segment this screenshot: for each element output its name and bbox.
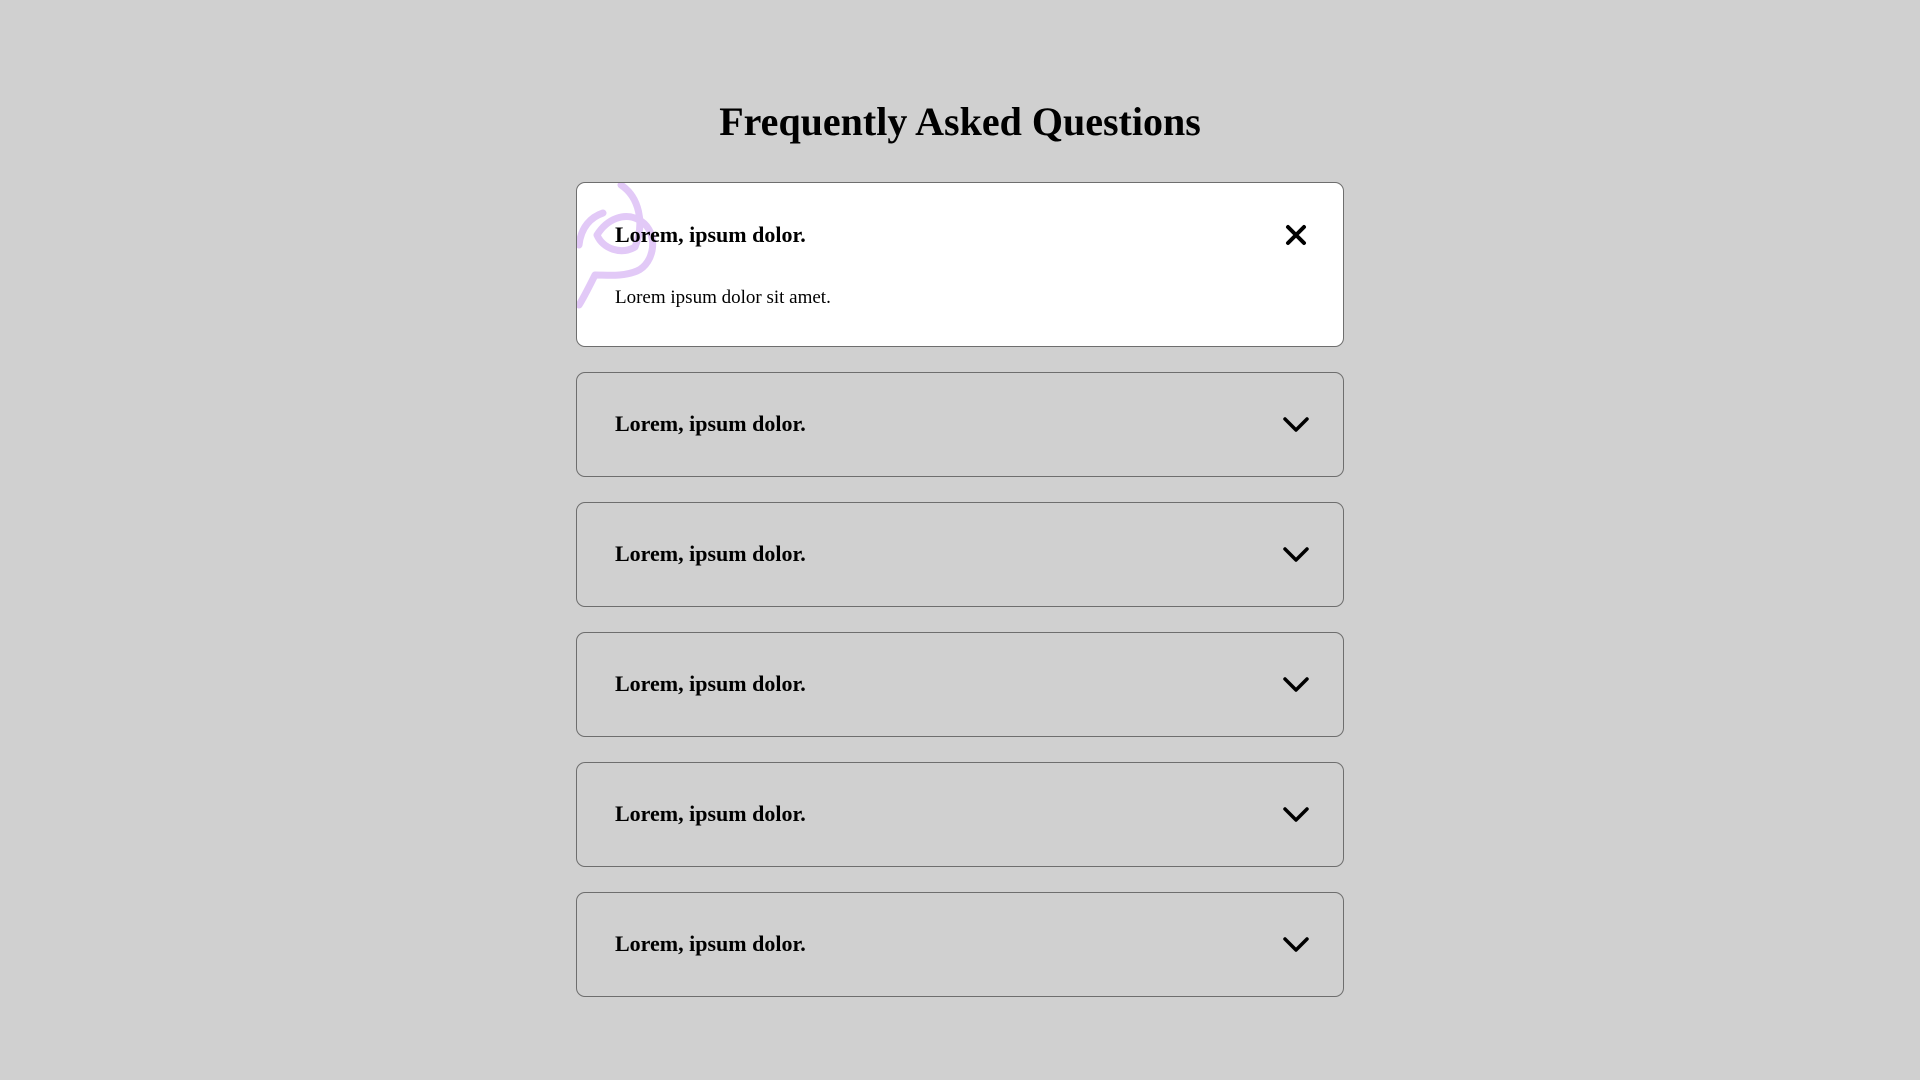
faq-question[interactable]: Lorem, ipsum dolor. [615, 929, 806, 959]
faq-item[interactable]: Lorem, ipsum dolor. [576, 372, 1344, 477]
close-icon [1286, 225, 1306, 245]
chevron-down-icon [1283, 547, 1309, 562]
faq-question[interactable]: Lorem, ipsum dolor. [615, 220, 806, 250]
chevron-down-icon [1283, 417, 1309, 432]
faq-list: Lorem, ipsum dolor. Lorem ipsum dolor si… [576, 182, 1344, 1022]
faq-answer: Lorem ipsum dolor sit amet. [615, 287, 831, 308]
faq-item[interactable]: Lorem, ipsum dolor. [576, 892, 1344, 997]
faq-toggle-button[interactable] [1279, 798, 1313, 832]
faq-question[interactable]: Lorem, ipsum dolor. [615, 409, 806, 439]
faq-toggle-button[interactable] [1279, 218, 1313, 252]
faq-toggle-button[interactable] [1279, 668, 1313, 702]
faq-question[interactable]: Lorem, ipsum dolor. [615, 799, 806, 829]
faq-item[interactable]: Lorem, ipsum dolor. [576, 502, 1344, 607]
faq-item: Lorem, ipsum dolor. Lorem ipsum dolor si… [576, 182, 1344, 347]
chevron-down-icon [1283, 937, 1309, 952]
faq-page: Frequently Asked Questions Lorem, ipsum … [0, 0, 1920, 1080]
faq-item[interactable]: Lorem, ipsum dolor. [576, 762, 1344, 867]
chevron-down-icon [1283, 677, 1309, 692]
faq-question[interactable]: Lorem, ipsum dolor. [615, 669, 806, 699]
chevron-down-icon [1283, 807, 1309, 822]
page-title: Frequently Asked Questions [719, 99, 1201, 144]
faq-toggle-button[interactable] [1279, 408, 1313, 442]
faq-question[interactable]: Lorem, ipsum dolor. [615, 539, 806, 569]
faq-item[interactable]: Lorem, ipsum dolor. [576, 632, 1344, 737]
faq-toggle-button[interactable] [1279, 928, 1313, 962]
faq-toggle-button[interactable] [1279, 538, 1313, 572]
